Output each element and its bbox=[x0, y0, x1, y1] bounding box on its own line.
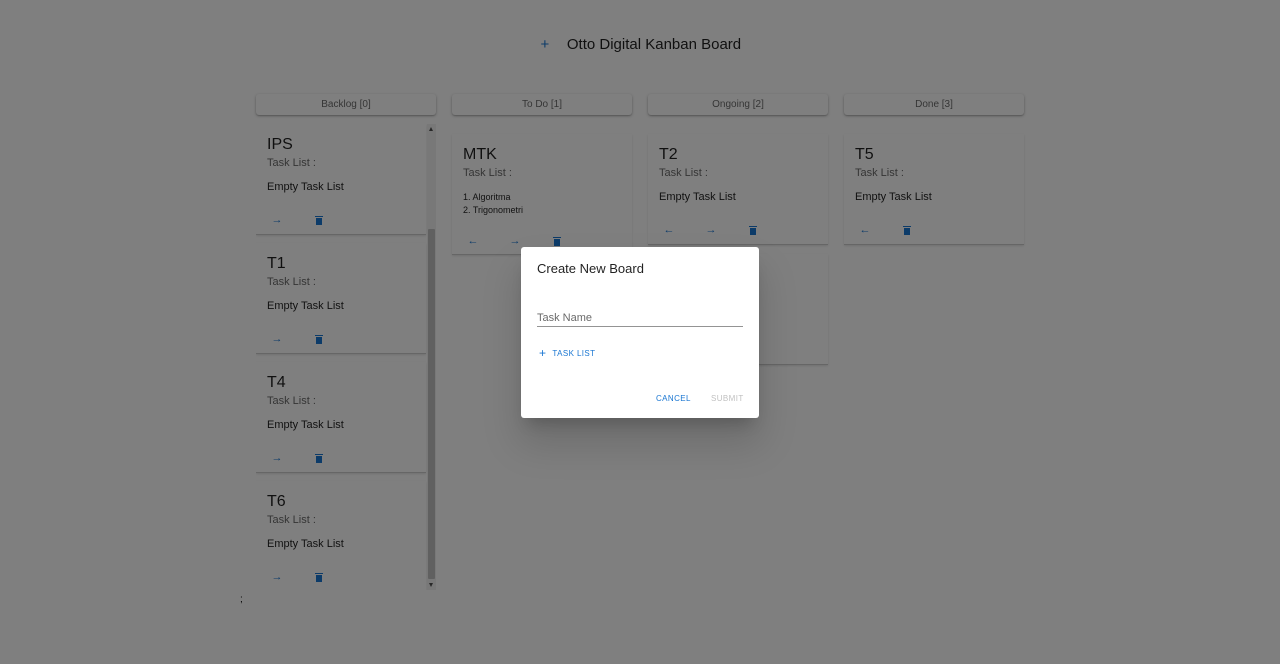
add-task-list-label: TASK LIST bbox=[552, 348, 596, 358]
task-name-input[interactable] bbox=[537, 309, 743, 327]
create-board-dialog: Create New Board + TASK LIST CANCEL SUBM… bbox=[521, 247, 759, 418]
dialog-title: Create New Board bbox=[537, 261, 644, 276]
plus-icon: + bbox=[539, 346, 547, 360]
add-task-list-button[interactable]: + TASK LIST bbox=[539, 347, 595, 359]
submit-button[interactable]: SUBMIT bbox=[711, 394, 744, 403]
cancel-button[interactable]: CANCEL bbox=[656, 394, 691, 403]
